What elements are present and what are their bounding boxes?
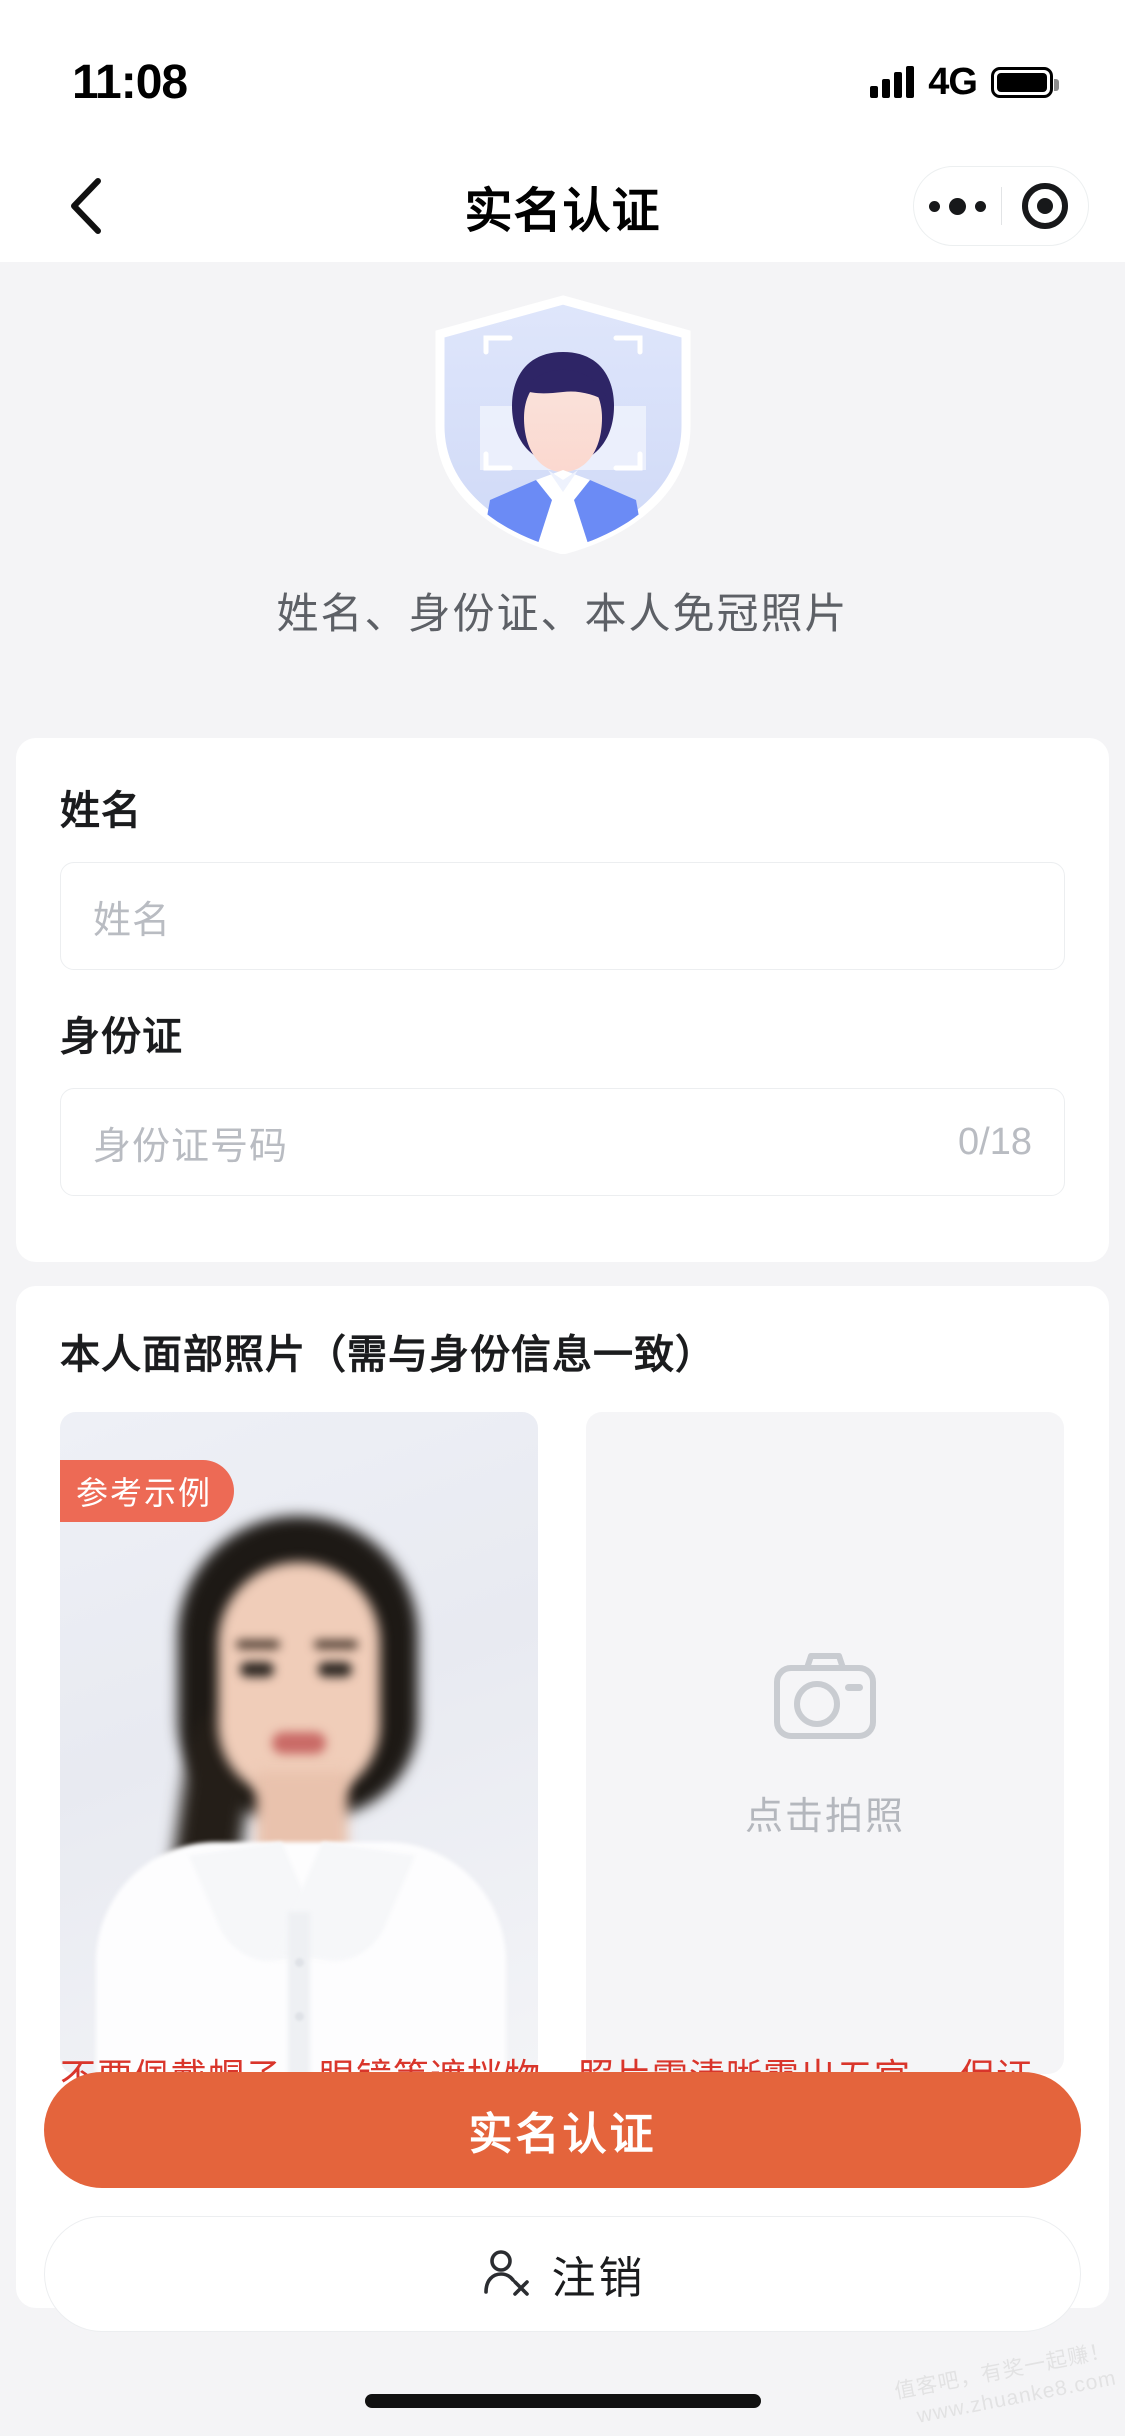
- logout-button[interactable]: 注销: [44, 2216, 1081, 2332]
- network-type-label: 4G: [928, 60, 978, 103]
- hero-caption: 姓名、身份证、本人免冠照片: [276, 590, 849, 637]
- app-screen: 11:08 4G 实名认证 姓名、身份证、本人免冠照片 姓名 姓名 身份证 身份…: [0, 0, 1125, 2436]
- battery-icon: [991, 66, 1059, 98]
- id-number-input[interactable]: 身份证号码 0/18: [60, 1088, 1065, 1196]
- target-circle-icon[interactable]: [1002, 181, 1089, 231]
- status-bar: 11:08 4G: [0, 0, 1125, 150]
- name-input[interactable]: 姓名: [60, 862, 1065, 970]
- watermark: 值客吧，有奖一起赚！ www.zhuanke8.com: [892, 2337, 1119, 2434]
- nav-bar: 实名认证: [0, 150, 1125, 262]
- more-dots-icon[interactable]: [914, 197, 1001, 215]
- status-indicators: 4G: [870, 60, 1059, 104]
- chevron-left-icon: [68, 177, 102, 235]
- back-button[interactable]: [40, 161, 130, 251]
- camera-icon: [765, 1646, 885, 1751]
- shield-person-id-icon: [418, 294, 708, 555]
- reference-example-badge: 参考示例: [60, 1460, 235, 1522]
- signal-bars-icon: [870, 66, 915, 98]
- user-remove-icon: [480, 2246, 532, 2303]
- home-indicator[interactable]: [364, 2394, 761, 2408]
- identity-form-card: 姓名 姓名 身份证 身份证号码 0/18: [16, 738, 1109, 1262]
- take-photo-label: 点击拍照: [744, 1796, 905, 1838]
- id-input-placeholder: 身份证号码: [93, 1125, 289, 1168]
- status-time: 11:08: [72, 55, 188, 109]
- reference-portrait-image: 参考示例: [60, 1412, 538, 2074]
- submit-verification-button[interactable]: 实名认证: [44, 2072, 1081, 2188]
- name-field-label: 姓名: [60, 789, 142, 833]
- photo-section-title: 本人面部照片（需与身份信息一致）: [60, 1333, 716, 1377]
- logout-label: 注销: [551, 2254, 646, 2303]
- miniprogram-capsule[interactable]: [913, 166, 1089, 246]
- name-input-placeholder: 姓名: [93, 899, 172, 942]
- hero-section: 姓名、身份证、本人免冠照片: [0, 262, 1125, 730]
- photo-row: 参考示例 点击拍照: [60, 1412, 1065, 2074]
- field-spacer: [60, 970, 1065, 1004]
- take-photo-button[interactable]: 点击拍照: [586, 1412, 1064, 2074]
- id-char-counter: 0/18: [958, 1120, 1032, 1163]
- id-field-label: 身份证: [60, 1015, 183, 1059]
